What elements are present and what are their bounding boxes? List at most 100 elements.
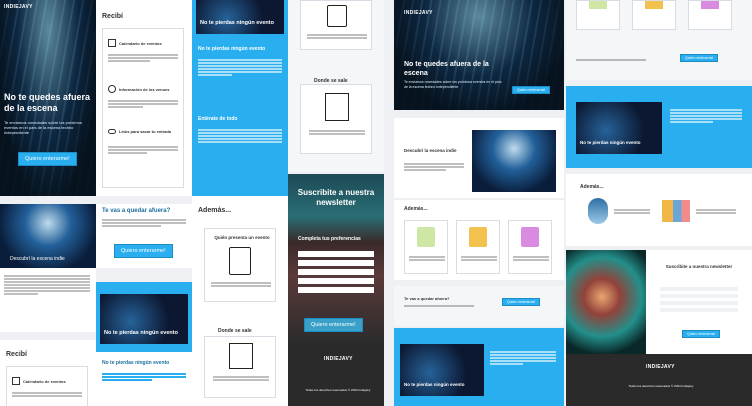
name-field[interactable] — [298, 251, 374, 257]
brand-logo: INDIEJAVY — [4, 4, 33, 10]
hero-subtitle: Te enviamos novedades sobre los próximos… — [404, 80, 502, 89]
mockup-canvas: INDIEJAVY No te quedes afuera de la esce… — [0, 0, 752, 406]
receive-item-label: Links para sacar tu entrada — [119, 129, 172, 134]
also-heading: Además... — [404, 206, 428, 212]
receive-item-label: Calendario de eventos — [23, 379, 66, 384]
hero-cta-button[interactable]: Quiero enterarme! — [512, 86, 551, 94]
cards-cta-button[interactable]: Quiero enterarme! — [680, 54, 719, 62]
also-heading: Además... — [580, 184, 604, 190]
want-know-panel: Te vas a quedar afuera? Quiero enterarme… — [96, 204, 192, 268]
newsletter-title: Suscribite a nuestra newsletter — [297, 188, 375, 207]
also-heading: Además... — [198, 207, 232, 214]
receive-item-label: Calendario de eventos — [119, 41, 162, 46]
also-card — [456, 220, 500, 274]
discover-caption: Descubrí la escena indie — [10, 256, 65, 262]
miss-event-section-title: No te pierdas ningún evento — [102, 360, 170, 366]
receive-mobile: Recibí Calendario de eventos Información… — [96, 0, 192, 196]
receive-card-repeat: Calendario de eventos — [6, 366, 88, 406]
speaker-icon — [469, 227, 487, 247]
receive-item-label: Información de los venues — [119, 87, 170, 92]
newsletter-cta-button[interactable]: Quiero enterarme! — [682, 330, 721, 338]
footer-copyright: Todos los derechos reservados © 2024 Ind… — [628, 384, 694, 388]
cards-top-desktop: Quiero enterarme! — [566, 0, 752, 80]
hero-mobile: INDIEJAVY No te quedes afuera de la esce… — [0, 0, 96, 196]
want-know-title: Te vas a quedar afuera? — [102, 208, 171, 214]
miss-event-title: No te pierdas ningún evento — [104, 330, 178, 336]
miss-event-banner: No te pierdas ningún evento — [96, 282, 192, 352]
discover-photo — [472, 130, 556, 192]
ticket-icon — [701, 1, 719, 9]
dj-image: No te pierdas ningún evento — [196, 0, 284, 34]
receive-heading: Recibí — [102, 13, 124, 20]
venue-icon — [108, 85, 116, 93]
receive-heading-repeat: Recibí — [6, 351, 28, 358]
city-field[interactable] — [298, 269, 374, 275]
top-card — [688, 0, 732, 30]
want-know-cta-button[interactable]: Quiero enterarme! — [502, 298, 541, 306]
who-card: Quién presenta un evento — [204, 228, 276, 302]
want-know-desktop: Te vas a quedar afuera? Quiero enterarme… — [394, 286, 564, 326]
entry-title: Entérate de todo — [198, 116, 238, 122]
where-card — [300, 84, 372, 154]
calendar-icon — [417, 227, 435, 247]
miss-event-title: No te pierdas ningún evento — [200, 20, 274, 26]
receive-mobile-repeat: Recibí Calendario de eventos — [0, 340, 96, 406]
also-card — [404, 220, 448, 274]
newsletter-mobile: Suscribite a nuestra newsletter Completa… — [288, 174, 384, 344]
miss-event-text: No te pierdas ningún evento — [96, 352, 192, 406]
miss-event-desktop-2: No te pierdas ningún evento — [566, 86, 752, 168]
ticket-icon — [521, 227, 539, 247]
footer-logo: INDIEJAVY — [646, 364, 675, 370]
discover-desktop: Descubrí la escena indie — [394, 118, 564, 198]
text-block — [0, 268, 96, 332]
dj-image: No te pierdas ningún evento — [100, 294, 188, 344]
also-cards-top: Donde se sale — [288, 0, 384, 172]
want-know-title: Te vas a quedar afuera? — [404, 296, 450, 301]
speaker-icon — [229, 247, 251, 275]
dj-image: No te pierdas ningún evento — [576, 102, 662, 154]
where-card — [204, 336, 276, 398]
footer-mobile: INDIEJAVY Todos los derechos reservados … — [288, 344, 384, 406]
receive-card: Calendario de eventos Información de los… — [102, 28, 184, 188]
speaker-icon — [327, 5, 347, 27]
calendar-icon — [12, 377, 20, 385]
newsletter-cta-button[interactable]: Quiero enterarme! — [304, 318, 363, 332]
top-card — [576, 0, 620, 30]
miss-event-mobile: No te pierdas ningún evento No te pierda… — [192, 0, 288, 196]
hero-cta-button[interactable]: Quiero enterarme! — [18, 152, 77, 166]
top-card — [632, 0, 676, 30]
newsletter-desktop: Suscribite a nuestra newsletter Quiero e… — [646, 250, 752, 354]
name-field[interactable] — [660, 287, 738, 291]
also-mobile: Además... Quién presenta un evento Donde… — [192, 196, 288, 406]
link-icon — [108, 129, 116, 134]
city-field[interactable] — [660, 301, 738, 305]
miss-event-section-title: No te pierdas ningún evento — [198, 46, 266, 52]
email-field[interactable] — [660, 294, 738, 298]
footer-logo: INDIEJAVY — [324, 356, 353, 362]
who-card-title: Quién presenta un evento — [214, 235, 270, 240]
genre-field[interactable] — [660, 308, 738, 312]
miss-event-title: No te pierdas ningún evento — [404, 382, 465, 387]
genre-field[interactable] — [298, 278, 374, 284]
calendar-icon — [108, 39, 116, 47]
hero-subtitle: Te enviamos novedades sobre los próximos… — [4, 120, 82, 135]
dj-image: No te pierdas ningún evento — [400, 344, 484, 396]
newsletter-form-heading: Completa tus preferencias — [298, 236, 361, 242]
miss-event-desktop: No te pierdas ningún evento — [394, 328, 564, 406]
building-icon — [325, 93, 349, 121]
footer-copyright: Todos los derechos reservados © 2024 Ind… — [305, 388, 371, 392]
dj-avatar-icon — [588, 198, 608, 224]
newsletter-title: Suscribite a nuestra newsletter — [665, 264, 733, 269]
brand-logo: INDIEJAVY — [404, 10, 433, 16]
calendar-icon — [589, 1, 607, 9]
also-desktop: Además... — [394, 200, 564, 280]
extra-field[interactable] — [298, 287, 374, 293]
want-know-cta-button[interactable]: Quiero enterarme! — [114, 244, 173, 258]
footer-desktop: INDIEJAVY Todos los derechos reservados … — [566, 354, 752, 406]
hero-desktop: INDIEJAVY No te quedes afuera de la esce… — [394, 0, 564, 110]
miss-event-title: No te pierdas ningún evento — [580, 140, 641, 145]
email-field[interactable] — [298, 260, 374, 266]
also-card — [508, 220, 552, 274]
newsletter-photo — [566, 250, 646, 354]
discover-image: Descubrí la escena indie — [0, 204, 96, 268]
